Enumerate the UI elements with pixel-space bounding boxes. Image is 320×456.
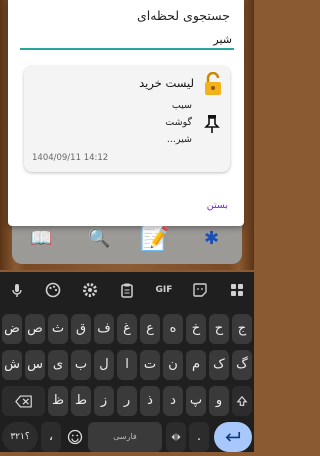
key[interactable]: ح [209,314,229,344]
shift-key[interactable] [232,386,252,416]
key[interactable]: ط [71,386,91,416]
clipboard-icon[interactable] [119,282,135,298]
backspace-key[interactable] [2,386,45,416]
key[interactable]: غ [117,314,137,344]
key[interactable]: ت [140,350,160,380]
keyboard: GIF ج ح خ ه ع غ ف ق ث ص ض گ ک م ن ت ا ل … [0,272,254,452]
apps-grid-icon[interactable] [229,282,245,298]
book-icon[interactable]: 📖 [30,228,52,249]
key[interactable]: و [209,386,229,416]
note-card[interactable]: لیست خرید سیب گوشت شیر... 1404/09/11 14:… [24,66,230,172]
symbols-key[interactable]: ؟۳۲۱ [2,422,38,452]
key[interactable]: ق [71,314,91,344]
note-line: گوشت [165,117,192,128]
key[interactable]: ض [2,314,22,344]
key[interactable]: ب [71,350,91,380]
key[interactable]: ل [94,350,114,380]
palette-icon[interactable] [45,282,61,298]
dialog-title: جستجوی لحظه‌ای [136,8,230,23]
key[interactable]: م [186,350,206,380]
key[interactable]: ن [163,350,183,380]
key[interactable]: گ [232,350,252,380]
key[interactable]: ی [48,350,68,380]
note-title: لیست خرید [139,76,194,90]
key[interactable]: ر [117,386,137,416]
key[interactable]: ج [232,314,252,344]
key[interactable]: س [25,350,45,380]
key[interactable]: ذ [140,386,160,416]
shift-icon [236,395,248,406]
backspace-icon [14,395,32,408]
space-key[interactable]: فارسی [88,422,162,452]
key[interactable]: د [163,386,183,416]
key[interactable]: ظ [48,386,68,416]
note-icon[interactable]: 📝 [140,224,170,252]
sticker-icon[interactable] [192,282,208,298]
lock-open-icon [205,72,221,95]
key[interactable]: ث [48,314,68,344]
key[interactable]: ه [163,314,183,344]
enter-arrow-icon [225,432,241,442]
emoji-icon[interactable] [67,429,83,445]
key[interactable]: ف [94,314,114,344]
period-key[interactable]: . [189,422,209,452]
search-icon[interactable]: 🔍 [88,228,110,249]
note-line: شیر... [166,134,192,145]
enter-key[interactable] [214,422,252,452]
keyboard-toolbar: GIF [0,272,254,310]
direction-switch-icon [171,433,181,441]
key[interactable]: خ [186,314,206,344]
note-date: 1404/09/11 14:12 [32,153,109,163]
comma-key[interactable]: ، [41,422,61,452]
key[interactable]: ع [140,314,160,344]
search-input[interactable] [20,30,234,50]
key[interactable]: ش [2,350,22,380]
key[interactable]: پ [186,386,206,416]
key[interactable]: ص [25,314,45,344]
key[interactable]: ا [117,350,137,380]
key[interactable]: ز [94,386,114,416]
language-switch-key[interactable] [166,422,186,452]
search-dialog: جستجوی لحظه‌ای لیست خرید سیب گوشت شیر...… [8,0,244,226]
gear-icon[interactable]: ✱ [204,228,219,249]
settings-icon[interactable] [82,282,98,298]
close-button[interactable]: بستن [207,200,228,211]
gif-button[interactable]: GIF [153,282,175,298]
key[interactable]: ک [209,350,229,380]
pin-icon[interactable] [204,114,220,134]
note-line: سیب [171,100,192,111]
mic-icon[interactable] [9,282,25,298]
